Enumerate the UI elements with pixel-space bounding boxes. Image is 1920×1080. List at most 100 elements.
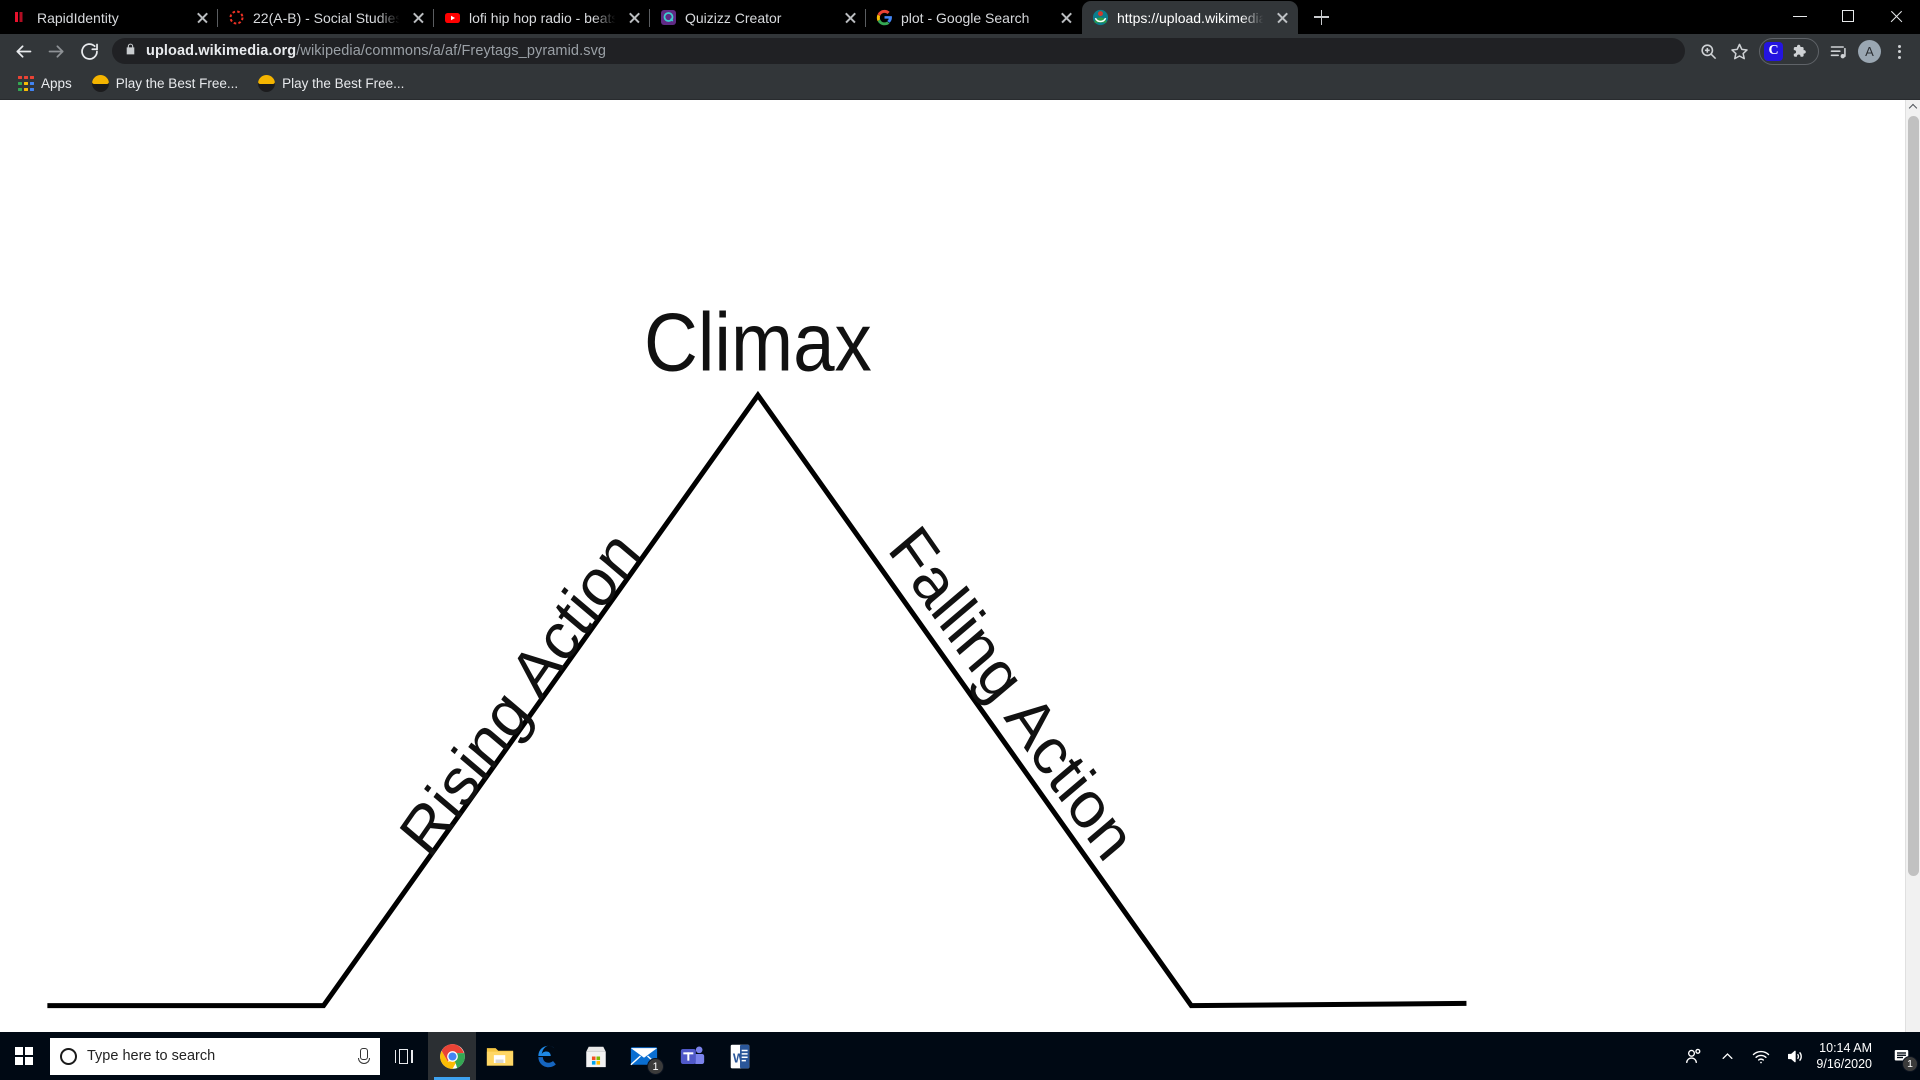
tab-label: Quizizz Creator — [685, 9, 782, 26]
scrollbar-thumb[interactable] — [1908, 116, 1919, 876]
start-button[interactable] — [0, 1032, 48, 1080]
back-button[interactable] — [8, 36, 39, 67]
star-icon[interactable] — [1725, 37, 1754, 66]
taskbar-clock[interactable]: 10:14 AM 9/16/2020 — [1812, 1032, 1882, 1080]
browser-toolbar: upload.wikimedia.org/wikipedia/commons/a… — [0, 34, 1920, 68]
bookmark-play-best-free-1[interactable]: Play the Best Free... — [84, 71, 246, 97]
cortana-circle-icon — [60, 1047, 77, 1065]
tab-close-icon[interactable] — [841, 8, 860, 27]
apps-grid-icon — [18, 75, 34, 92]
url-domain: upload.wikimedia.org — [146, 43, 297, 59]
tab-rapididentity[interactable]: RapidIdentity — [2, 1, 218, 34]
window-controls — [1776, 0, 1920, 34]
scroll-up-arrow[interactable] — [1906, 100, 1920, 115]
microsoft-store-icon — [586, 1046, 606, 1067]
microphone-icon[interactable] — [356, 1047, 370, 1066]
taskbar-content: Type here to search 1 W 10:14 AM 9/16/20… — [0, 1032, 1920, 1080]
tab-lofi-radio[interactable]: lofi hip hop radio - beats to relax — [434, 1, 650, 34]
clock-time: 10:14 AM — [1819, 1041, 1872, 1055]
dotted-circle-icon — [228, 9, 245, 26]
taskbar-app-mail[interactable]: 1 — [620, 1032, 668, 1080]
browser-window: RapidIdentity 22(A-B) - Social Studies -… — [0, 0, 1920, 1058]
tab-close-icon[interactable] — [1057, 8, 1076, 27]
rapididentity-icon — [12, 9, 29, 26]
system-tray: 10:14 AM 9/16/2020 1 — [1676, 1032, 1920, 1080]
tab-wikimedia-active[interactable]: https://upload.wikimedia.org/wik — [1082, 1, 1298, 34]
google-icon — [876, 9, 893, 26]
diagram-svg: Climax Rising Action Falling Action Expo… — [0, 100, 1920, 1058]
taskbar-app-edge[interactable] — [524, 1032, 572, 1080]
extensions-pill: C — [1759, 37, 1819, 66]
taskbar-apps: 1 W — [428, 1032, 764, 1080]
search-input[interactable]: Type here to search — [87, 1048, 346, 1064]
clock-date: 9/16/2020 — [1816, 1057, 1872, 1071]
tab-label: lofi hip hop radio - beats to relax — [469, 9, 617, 26]
wikimedia-icon — [1092, 9, 1109, 26]
youtube-icon — [444, 9, 461, 26]
bookmark-label: Play the Best Free... — [115, 76, 239, 91]
zoom-in-icon[interactable] — [1694, 37, 1723, 66]
taskbar-app-word[interactable]: W — [716, 1032, 764, 1080]
wifi-icon[interactable] — [1744, 1032, 1778, 1080]
page-scrollbar[interactable] — [1905, 100, 1920, 1058]
people-icon[interactable] — [1676, 1032, 1710, 1080]
forward-button[interactable] — [41, 36, 72, 67]
url-path: /wikipedia/commons/a/af/Freytags_pyramid… — [296, 43, 607, 59]
media-playlist-icon[interactable] — [1824, 37, 1853, 66]
taskbar-app-microsoft-store[interactable] — [572, 1032, 620, 1080]
reload-button[interactable] — [74, 36, 105, 67]
freytag-pyramid-diagram: Climax Rising Action Falling Action Expo… — [0, 100, 1920, 1058]
address-bar[interactable]: upload.wikimedia.org/wikipedia/commons/a… — [112, 38, 1685, 64]
teams-icon — [680, 1046, 704, 1064]
mail-badge: 1 — [647, 1058, 664, 1075]
close-window-button[interactable] — [1872, 0, 1920, 31]
taskbar-app-file-explorer[interactable] — [476, 1032, 524, 1080]
maximize-button[interactable] — [1824, 0, 1872, 31]
puzzle-piece-icon[interactable] — [1785, 37, 1814, 66]
tab-label: https://upload.wikimedia.org/wik — [1117, 9, 1265, 26]
windows-taskbar: Type here to search 1 W 10:14 AM 9/16/20… — [0, 1032, 1920, 1080]
lock-icon — [124, 42, 137, 61]
windows-logo-icon — [15, 1047, 33, 1065]
taskbar-search-box[interactable]: Type here to search — [50, 1037, 380, 1075]
bookmark-label: Apps — [41, 76, 72, 91]
bookmark-label: Play the Best Free... — [282, 76, 405, 91]
bookmark-play-best-free-2[interactable]: Play the Best Free... — [250, 71, 412, 97]
tab-close-icon[interactable] — [193, 8, 212, 27]
tab-label: RapidIdentity — [37, 9, 119, 26]
taskbar-app-teams[interactable] — [668, 1032, 716, 1080]
bookmarks-bar: Apps Play the Best Free... Play the Best… — [0, 68, 1920, 100]
edge-icon — [537, 1045, 556, 1067]
gamepad-icon — [91, 75, 109, 92]
task-view-button[interactable] — [380, 1032, 428, 1080]
tab-label: 22(A-B) - Social Studies - Grade 6 — [253, 9, 401, 26]
tab-close-icon[interactable] — [1273, 8, 1292, 27]
quizizz-icon — [660, 9, 677, 26]
label-climax: Climax — [644, 296, 872, 388]
chrome-icon — [439, 1043, 465, 1069]
page-viewport: Climax Rising Action Falling Action Expo… — [0, 100, 1920, 1058]
profile-initial: A — [1858, 39, 1881, 63]
show-hidden-icons-chevron[interactable] — [1710, 1032, 1744, 1080]
action-center-icon[interactable]: 1 — [1882, 1032, 1920, 1080]
tab-quizizz-creator[interactable]: Quizizz Creator — [650, 1, 866, 34]
minimize-button[interactable] — [1776, 0, 1824, 31]
kebab-menu-icon[interactable] — [1886, 37, 1912, 66]
gamepad-icon — [258, 75, 276, 92]
extension-badge-c[interactable]: C — [1764, 41, 1783, 61]
url-text: upload.wikimedia.org/wikipedia/commons/a… — [146, 43, 606, 59]
avatar[interactable]: A — [1855, 37, 1884, 66]
tab-social-studies[interactable]: 22(A-B) - Social Studies - Grade 6 — [218, 1, 434, 34]
task-view-icon — [394, 1048, 414, 1064]
taskbar-app-chrome[interactable] — [428, 1032, 476, 1080]
notification-badge: 1 — [1902, 1056, 1918, 1072]
file-explorer-icon — [486, 1048, 514, 1066]
word-icon: W — [730, 1044, 750, 1068]
tab-close-icon[interactable] — [625, 8, 644, 27]
volume-icon[interactable] — [1778, 1032, 1812, 1080]
new-tab-button[interactable] — [1304, 3, 1338, 31]
tab-close-icon[interactable] — [409, 8, 428, 27]
bookmark-apps[interactable]: Apps — [10, 71, 80, 97]
tab-strip: RapidIdentity 22(A-B) - Social Studies -… — [0, 0, 1920, 34]
tab-plot-google-search[interactable]: plot - Google Search — [866, 1, 1082, 34]
